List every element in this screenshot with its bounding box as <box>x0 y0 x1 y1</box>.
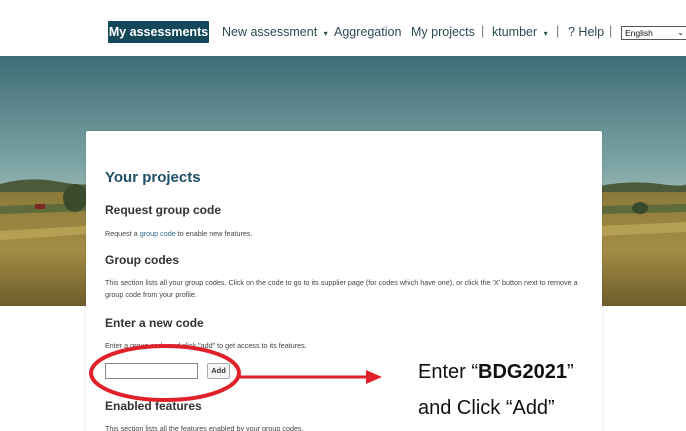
new-code-heading: Enter a new code <box>105 316 204 330</box>
request-group-code-heading: Request group code <box>105 203 222 217</box>
group-code-link[interactable]: group code <box>140 229 176 238</box>
new-code-text: Enter a group code and click "add" to ge… <box>105 341 307 350</box>
language-select-value: English <box>625 28 653 38</box>
nav-aggregation[interactable]: Aggregation <box>334 24 401 40</box>
enabled-features-text: This section lists all the features enab… <box>105 424 304 431</box>
group-codes-heading: Group codes <box>105 253 180 267</box>
nav-my-assessments[interactable]: My assessments <box>108 21 209 43</box>
annotation-line-1: Enter “BDG2021” <box>418 361 574 384</box>
chevron-down-icon: ▾ <box>543 29 548 38</box>
group-codes-text: This section lists all your group codes.… <box>105 278 578 299</box>
request-text-prefix: Request a <box>105 229 140 238</box>
annotation-suffix: ” <box>566 361 574 383</box>
projects-card: Your projects Request group code Request… <box>86 131 602 431</box>
annotation-prefix: Enter “ <box>418 361 479 383</box>
nav-separator: | <box>556 24 560 38</box>
nav-new-assessment-label: New assessment <box>222 25 318 39</box>
nav-my-projects[interactable]: My projects <box>411 24 475 40</box>
enabled-features-heading: Enabled features <box>105 399 202 413</box>
request-text-suffix: to enable new features. <box>175 229 253 238</box>
page-title: Your projects <box>105 169 201 186</box>
top-navigation: My assessments New assessment ▾ Aggregat… <box>0 0 686 56</box>
chevron-down-icon: ⌄ <box>677 28 684 37</box>
request-group-code-text: Request a group code to enable new featu… <box>105 228 595 240</box>
add-code-button[interactable]: Add <box>207 363 230 379</box>
group-code-input[interactable] <box>105 363 198 379</box>
nav-help[interactable]: ? Help <box>568 24 604 40</box>
nav-user-menu[interactable]: ktumber ▾ <box>492 24 548 42</box>
chevron-down-icon: ▾ <box>323 29 328 38</box>
annotation-line-2: and Click “Add” <box>418 397 555 419</box>
nav-separator: | <box>609 24 613 38</box>
nav-user-label: ktumber <box>492 25 538 39</box>
language-select[interactable]: English ⌄ <box>621 26 686 40</box>
nav-new-assessment[interactable]: New assessment ▾ <box>222 24 328 42</box>
annotation-code: BDG2021 <box>478 361 567 383</box>
nav-separator: | <box>481 24 485 38</box>
